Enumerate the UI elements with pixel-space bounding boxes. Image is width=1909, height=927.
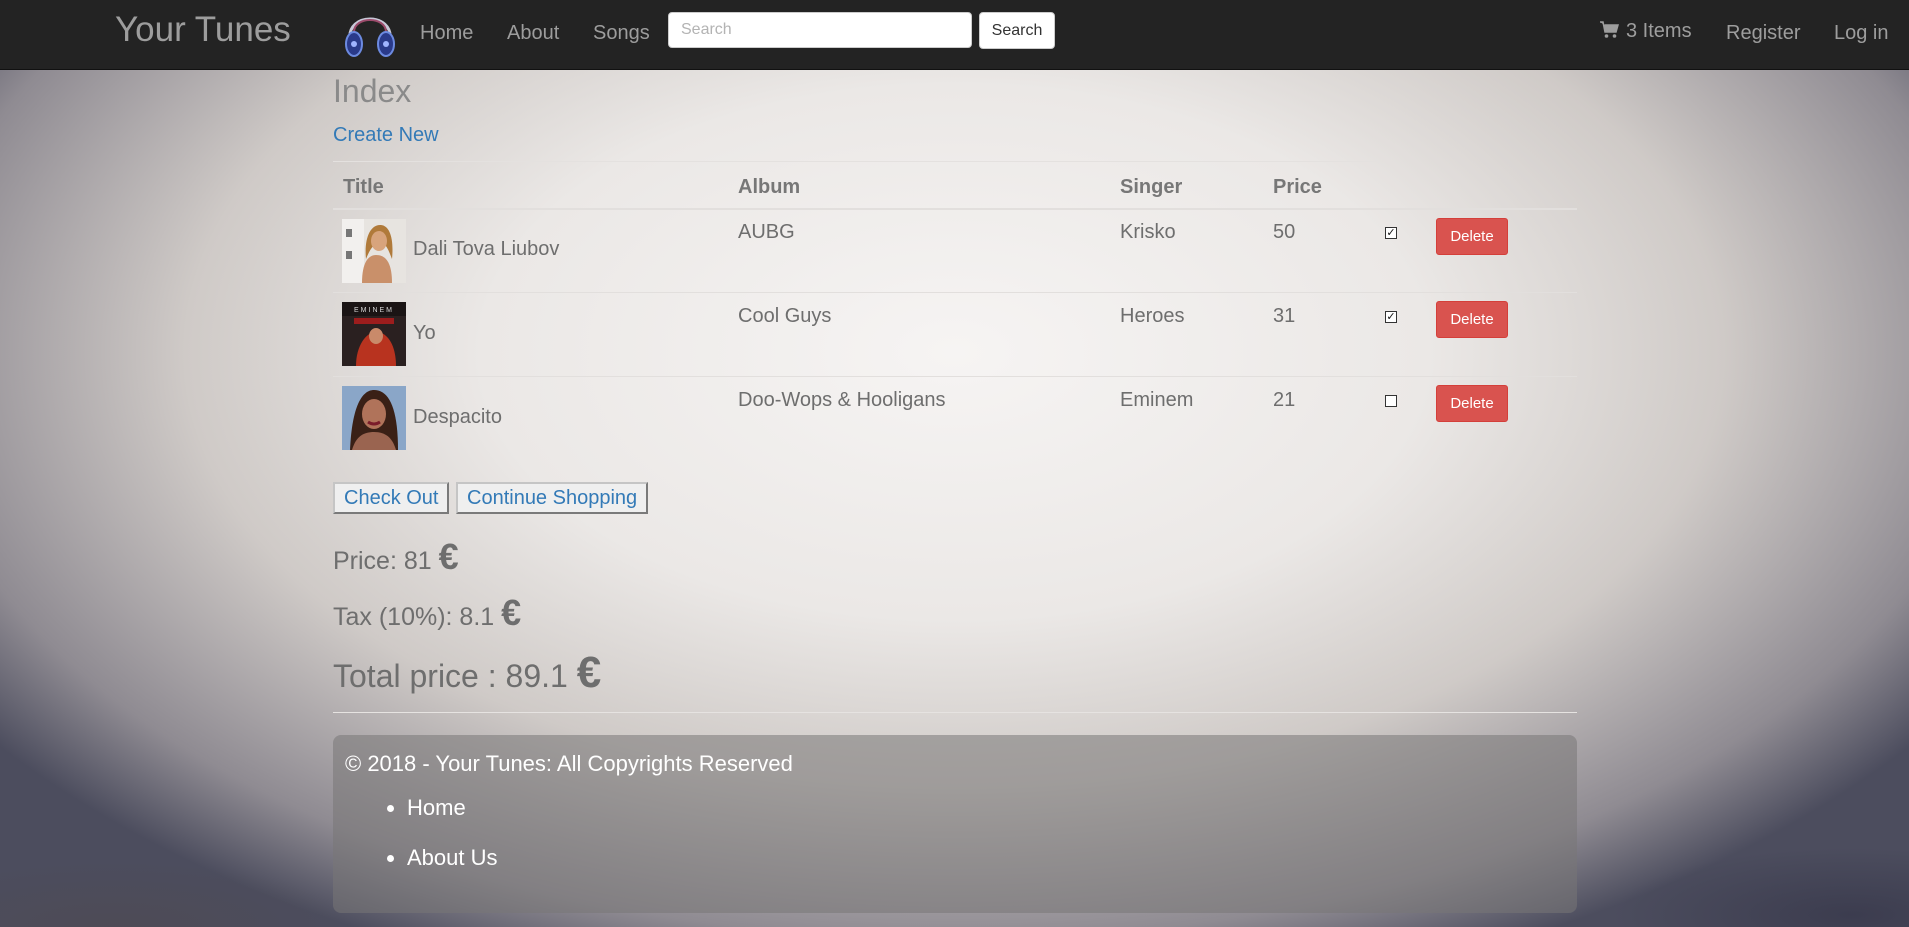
nav-about[interactable]: About: [507, 22, 559, 45]
checkout-button[interactable]: Check Out: [333, 482, 450, 514]
footer-links: Home About Us: [333, 783, 498, 883]
row-divider: [333, 376, 1577, 377]
song-price: 50: [1273, 221, 1296, 243]
delete-button[interactable]: Delete: [1436, 218, 1508, 255]
select-checkbox[interactable]: ✓: [1385, 311, 1397, 323]
song-title: Dali Tova Liubov: [413, 238, 560, 260]
column-header-album: Album: [738, 176, 801, 198]
cart-count-label: 3 Items: [1626, 20, 1692, 42]
euro-icon: €: [576, 648, 602, 697]
song-singer: Heroes: [1120, 305, 1185, 327]
continue-shopping-button[interactable]: Continue Shopping: [456, 482, 649, 514]
svg-text:EMINEM: EMINEM: [354, 307, 394, 314]
song-thumbnail-yo[interactable]: EMINEM: [342, 302, 406, 366]
nav-register[interactable]: Register: [1726, 22, 1800, 45]
song-title: Yo: [413, 322, 436, 344]
cart-link[interactable]: 3 Items: [1600, 20, 1692, 43]
footer-link-home[interactable]: Home: [407, 795, 466, 820]
divider: [333, 161, 1377, 162]
search-input[interactable]: [668, 12, 972, 48]
song-thumbnail-despacito[interactable]: [342, 386, 406, 450]
euro-icon: €: [501, 592, 522, 633]
song-price: 31: [1273, 305, 1296, 327]
song-title: Despacito: [413, 406, 502, 428]
list-item: Home: [407, 783, 498, 833]
shopping-cart-icon: [1600, 21, 1619, 38]
copyright-text: © 2018 - Your Tunes: All Copyrights Rese…: [345, 751, 793, 776]
song-singer: Krisko: [1120, 221, 1176, 243]
total-price-label: Total price : 89.1: [333, 658, 568, 694]
list-item: About Us: [407, 833, 498, 883]
nav-login[interactable]: Log in: [1834, 22, 1889, 45]
song-album: AUBG: [738, 221, 795, 243]
total-summary: Total price : 89.1 €: [333, 648, 601, 698]
song-singer: Eminem: [1120, 389, 1194, 411]
song-price: 21: [1273, 389, 1296, 411]
nav-home[interactable]: Home: [420, 22, 473, 45]
select-checkbox[interactable]: [1385, 395, 1397, 407]
song-album: Doo-Wops & Hooligans: [738, 389, 946, 411]
euro-icon: €: [438, 536, 459, 577]
nav-songs[interactable]: Songs: [593, 22, 650, 45]
footer-link-about-us[interactable]: About Us: [407, 845, 498, 870]
price-label: Price: 81: [333, 547, 432, 575]
price-summary: Price: 81 €: [333, 536, 459, 578]
column-header-price: Price: [1273, 176, 1322, 198]
song-thumbnail-dali-tova-liubov[interactable]: [342, 219, 406, 283]
select-checkbox[interactable]: ✓: [1385, 227, 1397, 239]
row-divider: [333, 292, 1577, 293]
navbar: Your Tunes Home About Songs Search 3 Ite…: [0, 0, 1909, 70]
tax-label: Tax (10%): 8.1: [333, 603, 495, 631]
headphones-logo-icon: [345, 17, 395, 57]
delete-button[interactable]: Delete: [1436, 385, 1508, 422]
tax-summary: Tax (10%): 8.1 €: [333, 592, 521, 634]
column-header-title: Title: [343, 176, 384, 198]
brand-title[interactable]: Your Tunes: [115, 10, 291, 50]
table-header-divider: [333, 208, 1577, 210]
song-album: Cool Guys: [738, 305, 832, 327]
search-button[interactable]: Search: [979, 12, 1055, 49]
footer: © 2018 - Your Tunes: All Copyrights Rese…: [333, 735, 1577, 913]
create-new-link[interactable]: Create New: [333, 124, 439, 147]
delete-button[interactable]: Delete: [1436, 301, 1508, 338]
column-header-singer: Singer: [1120, 176, 1183, 198]
divider: [333, 712, 1577, 713]
page-title: Index: [333, 73, 412, 109]
